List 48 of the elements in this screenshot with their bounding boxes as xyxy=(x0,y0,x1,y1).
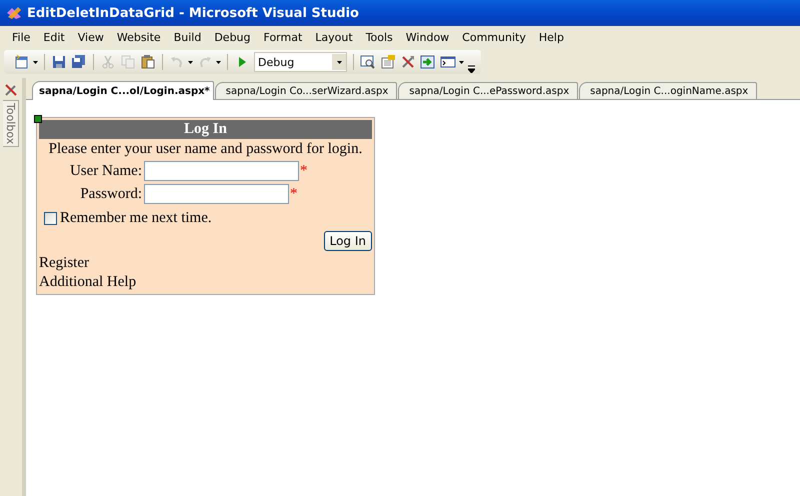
menu-item[interactable]: Website xyxy=(110,28,167,46)
window-title: EditDeletInDataGrid - Microsoft Visual Studio xyxy=(27,6,359,20)
link[interactable]: Register xyxy=(39,255,89,271)
window-icon[interactable] xyxy=(440,54,456,70)
menu-item[interactable]: Help xyxy=(532,28,570,46)
required-mark: * xyxy=(300,162,308,180)
menu-item[interactable]: Community xyxy=(455,28,532,46)
menu-item[interactable]: Edit xyxy=(36,28,71,46)
menu-item[interactable]: Debug xyxy=(207,28,257,46)
checkbox-label: Remember me next time. xyxy=(60,210,212,227)
login-title: Log In xyxy=(39,120,372,139)
configuration-dropdown[interactable]: Debug xyxy=(254,52,347,72)
field-label: User Name: xyxy=(68,162,143,180)
required-mark: * xyxy=(290,186,298,202)
tools-icon xyxy=(3,82,19,98)
menu-item[interactable]: Format xyxy=(256,28,308,46)
password-field[interactable] xyxy=(144,184,289,204)
menu-item[interactable]: View xyxy=(70,28,110,46)
app-icon xyxy=(6,5,22,21)
caret-icon[interactable] xyxy=(188,60,193,64)
caret-icon[interactable] xyxy=(216,60,221,64)
menu-item[interactable]: Layout xyxy=(308,28,359,46)
tools-icon[interactable] xyxy=(400,54,416,70)
document-tab[interactable]: sapna/Login Co...serWizard.aspx xyxy=(214,82,398,99)
link[interactable]: Additional Help xyxy=(39,274,136,290)
caret-icon[interactable] xyxy=(33,60,38,64)
instruction-text: Please enter your user name and password for login. xyxy=(48,141,364,158)
document-tab[interactable]: sapna/Login C...oginName.aspx xyxy=(579,82,758,99)
control-glyph-icon xyxy=(34,115,42,123)
document-tab[interactable]: sapna/Login C...ol/Login.aspx* xyxy=(32,81,214,100)
remember-checkbox[interactable] xyxy=(44,212,57,225)
login-button[interactable]: Log In xyxy=(324,231,372,251)
floppy-disks-icon[interactable] xyxy=(71,54,87,70)
menu-item[interactable]: Window xyxy=(398,28,456,46)
new-item-icon[interactable] xyxy=(14,54,30,70)
menu-item[interactable]: File xyxy=(5,28,36,46)
window-magnifier-icon[interactable] xyxy=(360,54,376,70)
document-tab[interactable]: sapna/Login C...ePassword.aspx xyxy=(398,82,578,99)
caret-icon[interactable] xyxy=(459,60,464,64)
toolbox-tab[interactable]: Toolbox xyxy=(3,100,19,148)
field-label: Password: xyxy=(79,186,143,202)
menu-item[interactable]: Tools xyxy=(358,28,399,46)
menu-item[interactable]: Build xyxy=(166,28,208,46)
clipboard-icon[interactable] xyxy=(140,54,156,70)
user-name-field[interactable] xyxy=(144,161,299,181)
document-icon[interactable] xyxy=(380,54,396,70)
toolbar-overflow-icon[interactable] xyxy=(468,64,475,73)
caret-icon[interactable] xyxy=(336,60,342,64)
